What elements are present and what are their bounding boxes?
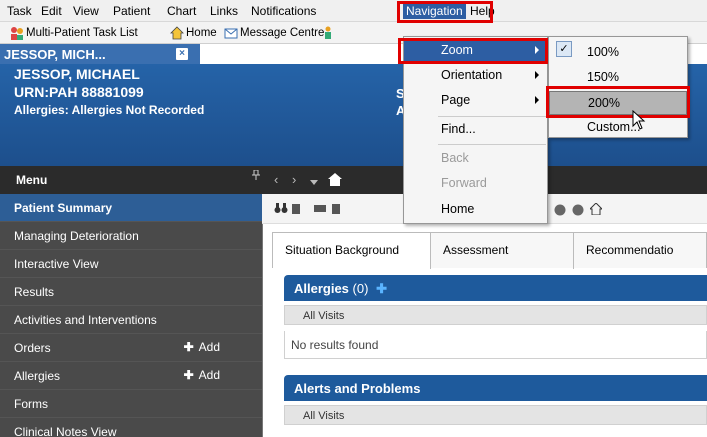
add-label: Add bbox=[198, 340, 220, 354]
add-allergies-button[interactable]: ✚ Add bbox=[184, 368, 220, 382]
menu-edit[interactable]: Edit bbox=[41, 4, 62, 18]
back-arrow-icon[interactable]: ‹ bbox=[274, 172, 278, 187]
annotation-zoom bbox=[398, 38, 548, 64]
sidebar-item-label: Orders bbox=[14, 341, 51, 355]
sidebar-item-clinical-notes[interactable]: Clinical Notes View bbox=[0, 418, 262, 437]
add-orders-button[interactable]: ✚ Add bbox=[184, 340, 220, 354]
multi-patient-task-list-button[interactable]: Multi-Patient Task List bbox=[10, 25, 138, 41]
allergies-section-header[interactable]: Allergies (0) ✚ bbox=[284, 275, 707, 301]
menu-view[interactable]: View bbox=[73, 4, 99, 18]
menu-item-back: Back bbox=[404, 147, 547, 171]
home-icon[interactable] bbox=[328, 173, 342, 189]
alerts-section-header[interactable]: Alerts and Problems bbox=[284, 375, 707, 401]
people-icon bbox=[10, 26, 24, 40]
menu-links[interactable]: Links bbox=[210, 4, 238, 18]
binoculars-icon[interactable] bbox=[274, 202, 288, 217]
home-icon bbox=[170, 26, 184, 40]
patient-urn: URN:PAH 88881099 bbox=[14, 84, 144, 100]
page2-icon[interactable] bbox=[332, 202, 342, 217]
menu-item-label: Orientation bbox=[441, 68, 503, 82]
house-icon[interactable] bbox=[588, 202, 604, 218]
tab-assessment[interactable]: Assessment bbox=[431, 233, 574, 269]
menu-item-label: Find... bbox=[441, 122, 476, 136]
add-allergy-icon[interactable]: ✚ bbox=[376, 281, 387, 296]
sidebar-item-label: Results bbox=[14, 285, 55, 299]
patient-allergies: Allergies: Allergies Not Recorded bbox=[14, 103, 205, 117]
forward-arrow-icon[interactable]: › bbox=[292, 172, 296, 187]
sidebar-header: Menu bbox=[0, 166, 262, 194]
navigation-menu: Zoom Orientation Page Find... Back Forwa… bbox=[403, 36, 548, 224]
sidebar-item-orders[interactable]: Orders ✚ Add bbox=[0, 334, 262, 362]
menu-bar: Task Edit View Patient Chart Links Notif… bbox=[0, 0, 707, 22]
message-centre-button[interactable]: Message Centre bbox=[224, 25, 324, 41]
sidebar-item-results[interactable]: Results bbox=[0, 278, 262, 306]
circle-icon[interactable] bbox=[554, 204, 566, 219]
home-label: Home bbox=[186, 27, 217, 39]
print-icon[interactable] bbox=[314, 202, 326, 217]
zoom-option-label: 150% bbox=[587, 70, 619, 84]
sidebar-item-allergies[interactable]: Allergies ✚ Add bbox=[0, 362, 262, 390]
circle2-icon[interactable] bbox=[572, 204, 584, 219]
patient-name: JESSOP, MICHAEL bbox=[14, 66, 140, 82]
tab-recommendation[interactable]: Recommendatio bbox=[574, 233, 707, 269]
mail-icon bbox=[224, 26, 238, 40]
allergies-all-visits: All Visits bbox=[284, 305, 707, 325]
menu-task[interactable]: Task bbox=[7, 4, 32, 18]
menu-item-page[interactable]: Page bbox=[404, 89, 547, 113]
multi-patient-task-list-label: Multi-Patient Task List bbox=[26, 27, 138, 39]
pin-icon[interactable] bbox=[252, 169, 260, 183]
page-icon[interactable] bbox=[292, 202, 302, 217]
plus-icon: ✚ bbox=[183, 368, 194, 382]
check-icon: ✓ bbox=[556, 41, 572, 57]
close-icon[interactable]: × bbox=[176, 48, 188, 60]
content-tabs: Situation Background Assessment Recommen… bbox=[272, 232, 707, 269]
person-toolbar-icon[interactable] bbox=[322, 25, 334, 41]
annotation-200 bbox=[546, 86, 690, 118]
sidebar-item-label: Allergies bbox=[14, 369, 61, 383]
no-results-message: No results found bbox=[284, 331, 707, 359]
zoom-custom[interactable]: Custom... bbox=[549, 116, 687, 140]
submenu-arrow-icon bbox=[535, 96, 539, 104]
patient-tab-label: JESSOP, MICH... bbox=[4, 47, 106, 62]
sidebar-item-label: Activities and Interventions bbox=[14, 313, 157, 327]
menu-item-label: Home bbox=[441, 202, 475, 216]
add-label: Add bbox=[198, 368, 220, 382]
message-centre-label: Message Centre bbox=[240, 27, 325, 39]
sidebar-item-interactive-view[interactable]: Interactive View bbox=[0, 250, 262, 278]
home-button[interactable]: Home bbox=[170, 25, 217, 41]
sidebar-item-label: Patient Summary bbox=[14, 201, 113, 215]
menu-item-label: Page bbox=[441, 93, 471, 107]
zoom-option-label: 100% bbox=[587, 45, 619, 59]
menu-separator bbox=[438, 116, 546, 117]
tab-situation-background[interactable]: Situation Background bbox=[273, 233, 431, 269]
sidebar-item-managing-deterioration[interactable]: Managing Deterioration bbox=[0, 222, 262, 250]
sidebar-item-label: Clinical Notes View bbox=[14, 425, 117, 437]
sidebar-item-patient-summary[interactable]: Patient Summary bbox=[0, 194, 262, 222]
sidebar-item-label: Interactive View bbox=[14, 257, 99, 271]
menu-item-label: Back bbox=[441, 151, 469, 165]
sidebar-item-label: Managing Deterioration bbox=[14, 229, 139, 243]
chevron-down-icon[interactable] bbox=[310, 175, 318, 189]
sidebar-item-forms[interactable]: Forms bbox=[0, 390, 262, 418]
alerts-all-visits: All Visits bbox=[284, 405, 707, 425]
allergies-title: Allergies bbox=[294, 281, 349, 296]
menu-separator bbox=[438, 144, 546, 145]
sidebar-item-label: Forms bbox=[14, 397, 48, 411]
plus-icon: ✚ bbox=[183, 340, 194, 354]
menu-item-forward: Forward bbox=[404, 172, 547, 196]
menu-item-find[interactable]: Find... bbox=[404, 118, 547, 142]
menu-item-label: Forward bbox=[441, 176, 487, 190]
menu-item-home[interactable]: Home bbox=[404, 198, 547, 222]
menu-notifications[interactable]: Notifications bbox=[251, 4, 316, 18]
menu-item-orientation[interactable]: Orientation bbox=[404, 64, 547, 88]
allergies-count: (0) bbox=[352, 281, 369, 296]
menu-patient[interactable]: Patient bbox=[113, 4, 150, 18]
mouse-cursor-icon bbox=[632, 109, 646, 133]
annotation-navigation bbox=[397, 1, 493, 23]
submenu-arrow-icon bbox=[535, 71, 539, 79]
sidebar-item-activities[interactable]: Activities and Interventions bbox=[0, 306, 262, 334]
menu-chart[interactable]: Chart bbox=[167, 4, 196, 18]
